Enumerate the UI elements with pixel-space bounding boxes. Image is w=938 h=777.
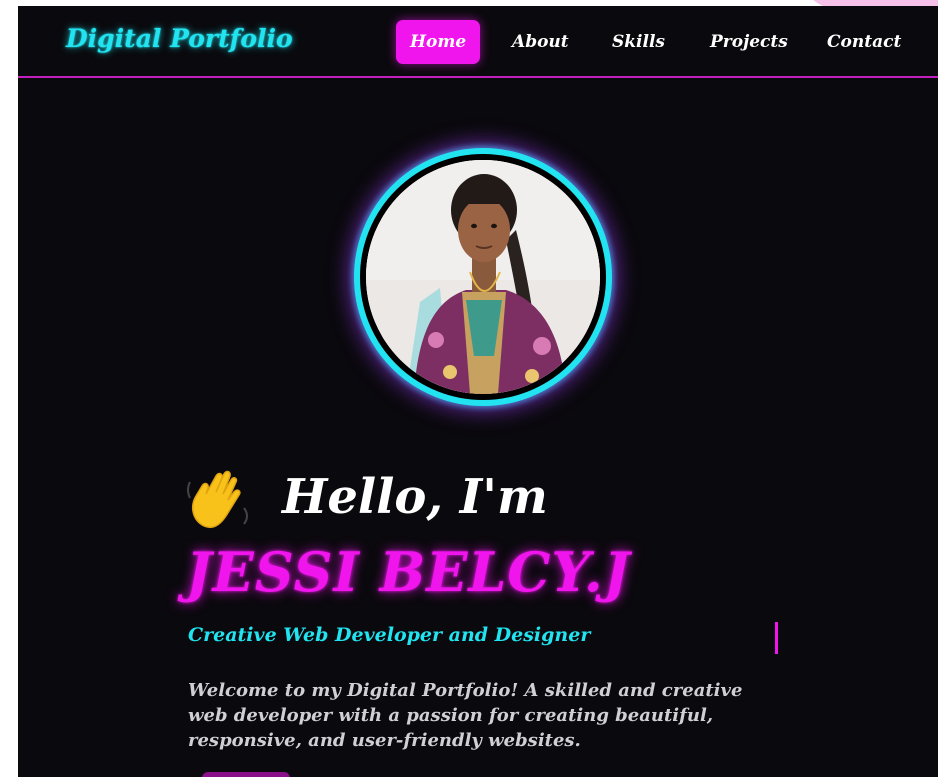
profile-photo (366, 160, 600, 394)
nav-projects[interactable]: Projects (710, 20, 788, 64)
nav-about[interactable]: About (512, 20, 569, 64)
portfolio-page: Digital Portfolio Home About Skills Proj… (18, 6, 938, 777)
greeting-text: Hello, I'm (282, 469, 548, 525)
cta-button[interactable] (202, 772, 290, 777)
hero-name: JESSI BELCY.J (186, 540, 631, 604)
brand-logo[interactable]: Digital Portfolio (66, 24, 293, 53)
avatar (366, 160, 600, 394)
page: Digital Portfolio Home About Skills Proj… (0, 0, 938, 777)
avatar-ring (354, 148, 612, 406)
hero-role: Creative Web Developer and Designer (188, 624, 591, 646)
waving-hand-icon (186, 468, 252, 530)
nav-contact[interactable]: Contact (827, 20, 901, 64)
typing-cursor (775, 622, 778, 654)
navbar: Digital Portfolio Home About Skills Proj… (18, 6, 938, 78)
hero-intro: Welcome to my Digital Portfolio! A skill… (188, 680, 743, 751)
nav-home[interactable]: Home (396, 20, 481, 64)
nav-skills[interactable]: Skills (612, 20, 665, 64)
